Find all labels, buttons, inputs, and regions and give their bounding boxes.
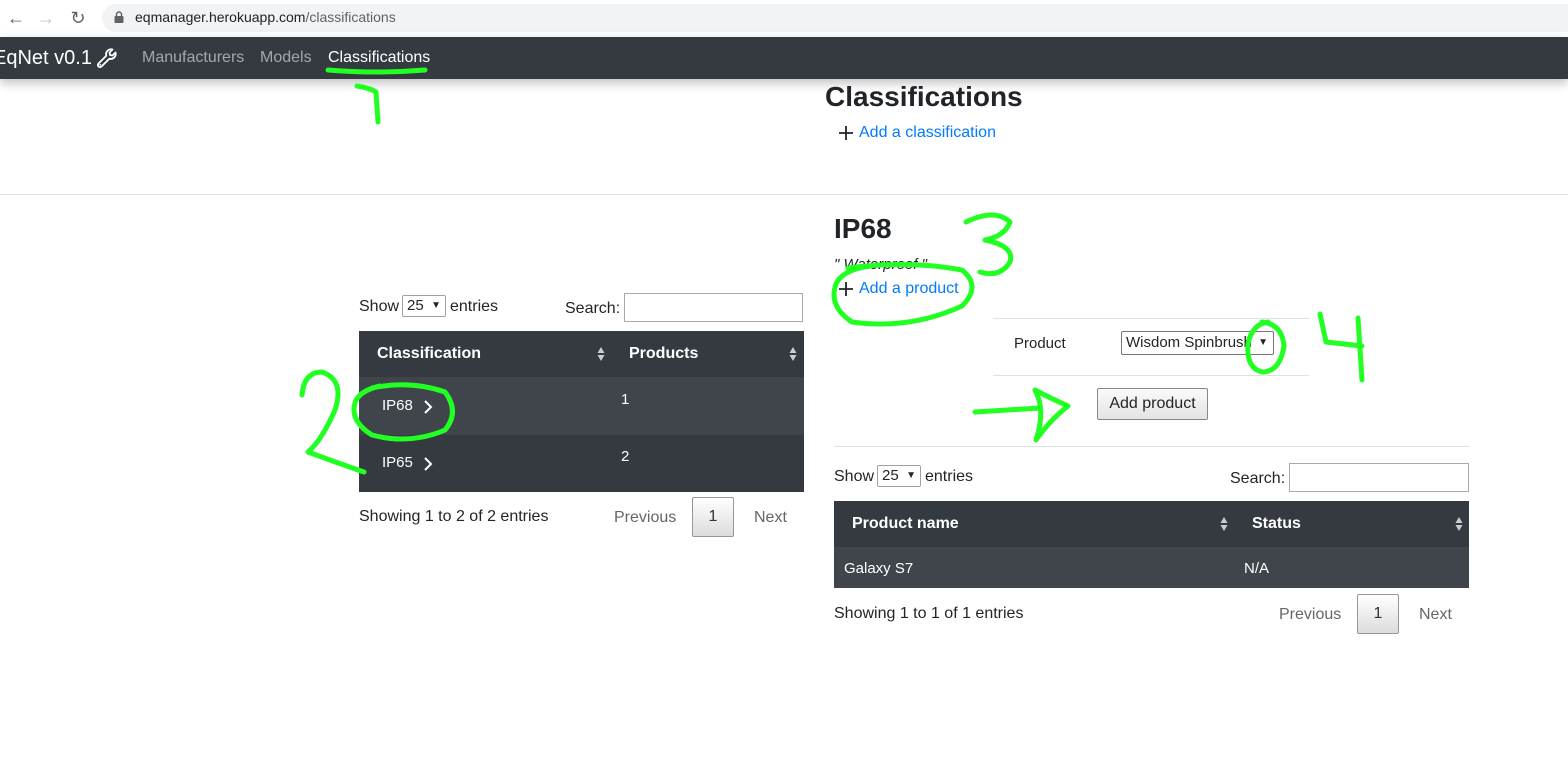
page-title: Classifications xyxy=(825,81,1023,112)
sort-icon[interactable] xyxy=(1455,516,1463,532)
classification-detail-title: IP68 xyxy=(834,213,892,244)
forward-arrow-icon[interactable]: → xyxy=(34,6,58,30)
nav-link-models[interactable]: Models xyxy=(260,49,312,67)
chevron-right-icon[interactable] xyxy=(423,399,433,415)
url-host: eqmanager.herokuapp.com xyxy=(135,9,306,25)
dropdown-arrow-icon: ▼ xyxy=(906,470,916,481)
sort-icon[interactable] xyxy=(1220,516,1228,532)
classifications-search-label: Search: xyxy=(565,300,621,317)
nav-link-manufacturers[interactable]: Manufacturers xyxy=(142,49,244,67)
products-count-cell: 1 xyxy=(621,391,630,408)
current-page-button[interactable]: 1 xyxy=(1357,594,1399,634)
form-divider xyxy=(993,318,1309,319)
plus-icon xyxy=(839,126,853,140)
classifications-table-header: Classification Products xyxy=(359,331,804,377)
length-suffix: entries xyxy=(450,298,499,315)
dropdown-arrow-icon: ▼ xyxy=(431,300,441,311)
next-page-button[interactable]: Next xyxy=(754,509,787,527)
classification-cell[interactable]: IP65 xyxy=(382,454,413,471)
dropdown-arrow-icon: ▼ xyxy=(1256,332,1268,354)
products-length-select[interactable]: 25 ▼ xyxy=(877,465,921,487)
table-row[interactable]: IP65 2 xyxy=(359,435,804,492)
add-product-button[interactable]: Add product xyxy=(1097,388,1208,420)
app-navbar: EqNet v0.1 Manufacturers Models Classifi… xyxy=(0,37,1568,79)
brand-label[interactable]: EqNet v0.1 xyxy=(0,47,92,70)
add-product-label: Add a product xyxy=(859,280,959,297)
back-arrow-icon[interactable]: ← xyxy=(4,6,28,30)
plus-icon xyxy=(839,282,853,296)
product-field-label: Product xyxy=(1014,335,1066,352)
address-bar[interactable]: eqmanager.herokuapp.com/classifications xyxy=(102,4,1568,32)
next-page-button[interactable]: Next xyxy=(1419,606,1452,624)
products-count-cell: 2 xyxy=(621,448,630,465)
url-path: /classifications xyxy=(305,9,396,25)
wrench-icon xyxy=(97,48,117,68)
form-divider xyxy=(993,375,1309,376)
column-header-classification[interactable]: Classification xyxy=(377,345,481,363)
annotation-mark-4 xyxy=(1317,311,1365,383)
browser-toolbar: ← → ↻ eqmanager.herokuapp.com/classifica… xyxy=(0,0,1568,36)
classifications-length-select[interactable]: 25 ▼ xyxy=(402,295,446,317)
previous-page-button[interactable]: Previous xyxy=(614,509,676,527)
current-page-button[interactable]: 1 xyxy=(692,497,734,537)
annotation-mark-2 xyxy=(299,369,367,475)
products-table-header: Product name Status xyxy=(834,501,1469,547)
sort-icon[interactable] xyxy=(789,346,797,362)
lock-icon xyxy=(114,11,124,23)
chevron-right-icon[interactable] xyxy=(423,456,433,472)
product-name-cell: Galaxy S7 xyxy=(844,560,914,577)
classification-cell[interactable]: IP68 xyxy=(382,397,413,414)
column-header-status[interactable]: Status xyxy=(1252,515,1301,533)
url-text: eqmanager.herokuapp.com/classifications xyxy=(135,9,396,25)
classifications-length-control: Show xyxy=(359,298,399,316)
previous-page-button[interactable]: Previous xyxy=(1279,606,1341,624)
add-classification-label: Add a classification xyxy=(859,124,996,141)
classifications-search-input[interactable] xyxy=(624,293,803,322)
section-divider xyxy=(0,194,1568,195)
length-value: 25 xyxy=(407,297,424,314)
products-search-label: Search: xyxy=(1230,470,1286,487)
table-row[interactable]: Galaxy S7 N/A xyxy=(834,547,1469,588)
products-table-info: Showing 1 to 1 of 1 entries xyxy=(834,605,1024,622)
nav-link-classifications[interactable]: Classifications xyxy=(328,49,430,67)
column-header-product-name[interactable]: Product name xyxy=(852,515,959,533)
product-select[interactable]: Wisdom Spinbrush ▼ xyxy=(1121,331,1274,355)
table-row[interactable]: IP68 1 xyxy=(359,377,804,435)
section-divider xyxy=(834,446,1469,447)
sort-icon[interactable] xyxy=(597,346,605,362)
product-select-value: Wisdom Spinbrush xyxy=(1126,334,1252,351)
reload-icon[interactable]: ↻ xyxy=(66,6,90,30)
classification-description: " Waterproof " xyxy=(834,256,927,273)
annotation-arrow xyxy=(972,387,1071,443)
product-status-cell: N/A xyxy=(1244,560,1270,577)
length-value: 25 xyxy=(882,467,899,484)
length-prefix: Show xyxy=(359,298,400,315)
products-search-input[interactable] xyxy=(1289,463,1469,492)
products-length-prefix: Show xyxy=(834,468,875,485)
classifications-table-info: Showing 1 to 2 of 2 entries xyxy=(359,508,549,525)
products-length-suffix: entries xyxy=(925,468,974,485)
annotation-mark-3 xyxy=(963,212,1014,277)
column-header-products[interactable]: Products xyxy=(629,345,698,363)
annotation-mark-1 xyxy=(354,83,381,125)
